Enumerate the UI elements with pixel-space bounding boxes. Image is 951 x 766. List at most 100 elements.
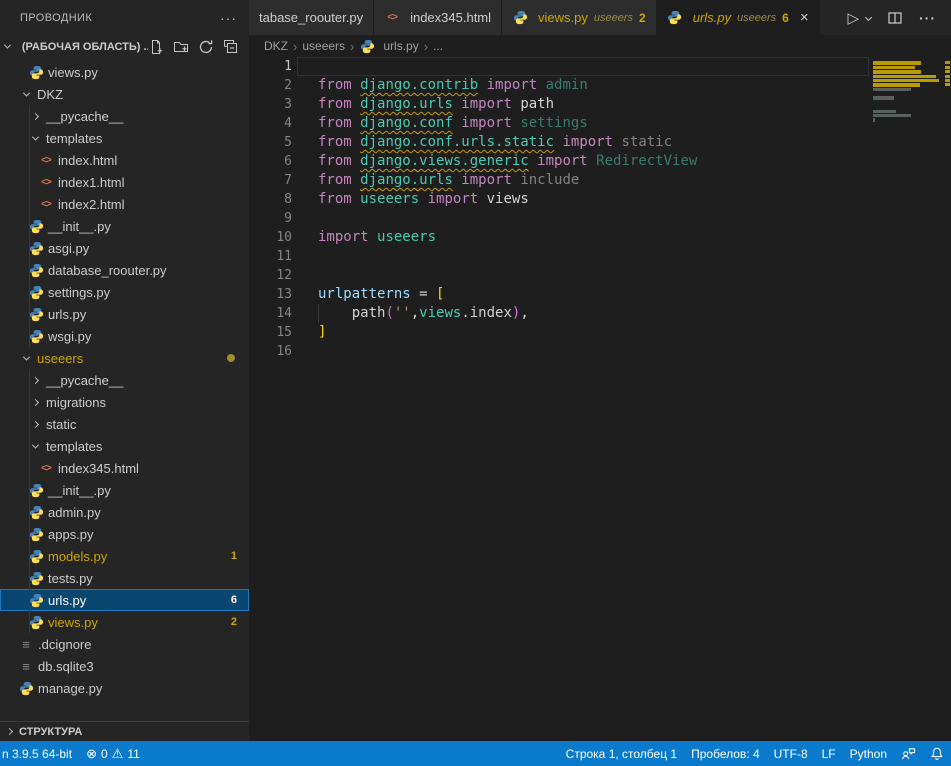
code-line-3[interactable]: from django.urls import path — [297, 95, 869, 114]
run-button[interactable]: ▷ — [847, 9, 859, 27]
new-folder-icon[interactable] — [173, 39, 189, 55]
tree-item-dkz[interactable]: DKZ — [0, 83, 249, 105]
minimap-warning-bar — [873, 79, 939, 82]
eol-status[interactable]: LF — [815, 747, 843, 761]
tree-item-label: views.py — [48, 65, 98, 80]
code-line-2[interactable]: from django.contrib import admin — [297, 76, 869, 95]
code-line-13[interactable]: urlpatterns = [ — [297, 285, 869, 304]
tree-item--init-py[interactable]: __init__.py — [0, 215, 249, 237]
tree-item-label: index.html — [58, 153, 117, 168]
tree-item-admin-py[interactable]: admin.py — [0, 501, 249, 523]
split-editor-icon[interactable] — [887, 10, 903, 26]
code-line-1[interactable] — [297, 57, 869, 76]
tree-item-label: static — [46, 417, 76, 432]
code-line-8[interactable]: from useeers import views — [297, 190, 869, 209]
encoding-status[interactable]: UTF-8 — [767, 747, 815, 761]
code-editor[interactable]: 12345678910111213141516 from django.cont… — [249, 57, 951, 741]
code-line-5[interactable]: from django.conf.urls.static import stat… — [297, 133, 869, 152]
code-line-16[interactable] — [297, 342, 869, 361]
tree-item-label: index345.html — [58, 461, 139, 476]
refresh-icon[interactable] — [198, 39, 214, 55]
tree-item-index-html[interactable]: <> index.html — [0, 149, 249, 171]
tree-item--pycache-[interactable]: __pycache__ — [0, 105, 249, 127]
overview-ruler[interactable] — [944, 57, 951, 741]
code-line-10[interactable]: import useeers — [297, 228, 869, 247]
workspace-section-header[interactable]: (РАБОЧАЯ ОБЛАСТЬ) ... — [0, 35, 249, 58]
tree-item-label: views.py — [48, 615, 98, 630]
code-content[interactable]: from django.contrib import adminfrom dja… — [297, 57, 869, 741]
code-line-11[interactable] — [297, 247, 869, 266]
collapse-all-icon[interactable] — [223, 39, 239, 55]
tab-label: tabase_roouter.py — [259, 10, 363, 25]
breadcrumb-separator: › — [293, 39, 297, 54]
tree-item-settings-py[interactable]: settings.py — [0, 281, 249, 303]
code-line-14[interactable]: path('',views.index), — [297, 304, 869, 323]
new-file-icon[interactable] — [148, 39, 164, 55]
language-mode-status[interactable]: Python — [843, 747, 894, 761]
tab-index345-html[interactable]: <>index345.html — [374, 0, 502, 35]
feedback-icon[interactable] — [894, 746, 923, 761]
tree-item-index345-html[interactable]: <>index345.html — [0, 457, 249, 479]
tree-item-apps-py[interactable]: apps.py — [0, 523, 249, 545]
code-line-4[interactable]: from django.conf import settings — [297, 114, 869, 133]
tree-item-static[interactable]: static — [0, 413, 249, 435]
close-icon[interactable]: × — [800, 10, 809, 25]
breadcrumb-item-dkz[interactable]: DKZ — [264, 39, 288, 53]
tab-label: views.py — [538, 10, 588, 25]
code-line-12[interactable] — [297, 266, 869, 285]
breadcrumb-item-useeers[interactable]: useeers — [302, 39, 345, 53]
code-token: import — [453, 96, 520, 112]
more-actions-icon[interactable]: ··· — [919, 10, 936, 26]
tree-item-models-py[interactable]: models.py1 — [0, 545, 249, 567]
tree-item-views-py[interactable]: views.py2 — [0, 611, 249, 633]
line-number: 11 — [249, 247, 292, 266]
tree-item-index2-html[interactable]: <>index2.html — [0, 193, 249, 215]
explorer-more-icon[interactable]: ··· — [220, 10, 237, 26]
tree-item-wsgi-py[interactable]: wsgi.py — [0, 325, 249, 347]
python-interpreter-status[interactable]: n 3.9.5 64-bit — [0, 747, 79, 761]
code-token: django.urls — [360, 172, 453, 188]
tree-item-label: templates — [46, 439, 102, 454]
tree-item-views-py[interactable]: views.py — [0, 61, 249, 83]
tree-item-urls-py[interactable]: urls.py — [0, 303, 249, 325]
html-file-icon: <> — [38, 152, 54, 168]
notifications-bell-icon[interactable] — [923, 746, 951, 761]
tree-item--dcignore[interactable]: ≡.dcignore — [0, 633, 249, 655]
line-number: 7 — [249, 171, 292, 190]
tab-urls-py[interactable]: urls.pyuseeers6× — [657, 0, 820, 35]
tree-item-index1-html[interactable]: <>index1.html — [0, 171, 249, 193]
minimap[interactable] — [873, 57, 943, 127]
tree-item-tests-py[interactable]: tests.py — [0, 567, 249, 589]
tree-item-manage-py[interactable]: manage.py — [0, 677, 249, 699]
code-token: ] — [318, 324, 326, 340]
problems-count-badge: 1 — [231, 550, 237, 562]
tree-item-useeers[interactable]: useeers — [0, 347, 249, 369]
code-token: , — [411, 305, 419, 321]
breadcrumb-item-urls-py[interactable]: urls.py — [359, 38, 418, 54]
tree-item-urls-py[interactable]: urls.py6 — [0, 589, 249, 611]
tab-tabase-roouter-py[interactable]: tabase_roouter.py — [249, 0, 374, 35]
minimap-code-bar — [873, 96, 894, 99]
code-line-15[interactable]: ] — [297, 323, 869, 342]
indentation-status[interactable]: Пробелов: 4 — [684, 747, 767, 761]
code-line-9[interactable] — [297, 209, 869, 228]
tree-item-database-roouter-py[interactable]: database_roouter.py — [0, 259, 249, 281]
problems-status[interactable]: ⊗ 0 ⚠ 11 — [79, 747, 147, 761]
minimap-warning-bar — [873, 61, 921, 64]
cursor-position-status[interactable]: Строка 1, столбец 1 — [559, 747, 684, 761]
tree-item-templates[interactable]: templates — [0, 127, 249, 149]
code-token: [ — [436, 286, 444, 302]
code-line-6[interactable]: from django.views.generic import Redirec… — [297, 152, 869, 171]
code-token: django.views.generic — [360, 153, 529, 169]
tree-item-db-sqlite3[interactable]: ≡db.sqlite3 — [0, 655, 249, 677]
code-line-7[interactable]: from django.urls import include — [297, 171, 869, 190]
breadcrumb-item--[interactable]: ... — [433, 39, 443, 53]
tree-item--init-py[interactable]: __init__.py — [0, 479, 249, 501]
tree-item-asgi-py[interactable]: asgi.py — [0, 237, 249, 259]
tree-item--pycache-[interactable]: __pycache__ — [0, 369, 249, 391]
tree-item-migrations[interactable]: migrations — [0, 391, 249, 413]
tab-views-py[interactable]: views.pyuseeers2 — [502, 0, 657, 35]
outline-section-header[interactable]: СТРУКТУРА — [0, 721, 249, 741]
run-dropdown-icon[interactable] — [865, 14, 872, 21]
tree-item-templates[interactable]: templates — [0, 435, 249, 457]
